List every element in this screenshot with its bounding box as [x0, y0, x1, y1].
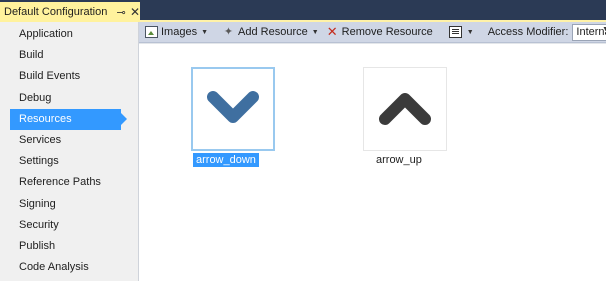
remove-resource-button[interactable]: ✕ Remove Resource — [324, 23, 435, 41]
sidebar-item-label: Reference Paths — [19, 176, 101, 189]
access-modifier-select[interactable]: Internal ▼ — [572, 23, 606, 41]
resource-name-label[interactable]: arrow_down — [193, 153, 259, 167]
image-icon — [145, 26, 158, 38]
selection-pointer-icon — [121, 112, 127, 125]
add-resource-label: Add Resource — [238, 26, 308, 38]
document-tab-title: Default Configuration — [4, 6, 108, 18]
chevron-down-icon — [207, 91, 259, 123]
sidebar-item-resources[interactable]: Resources — [10, 108, 127, 130]
sidebar-item-label: Debug — [19, 91, 52, 104]
chevron-up-icon — [379, 93, 431, 125]
add-resource-button[interactable]: ✦ Add Resource ▼ — [220, 23, 321, 41]
sidebar-item-services[interactable]: Services — [0, 130, 138, 151]
sidebar-item-label: Build Events — [19, 70, 81, 83]
resource-thumbnail[interactable] — [363, 67, 447, 151]
views-dropdown-button[interactable]: ▼ — [447, 23, 476, 41]
chevron-down-icon: ▼ — [311, 28, 319, 36]
sidebar-item-code-analysis[interactable]: Code Analysis — [0, 257, 138, 278]
sidebar-item-label: Security — [19, 218, 59, 231]
images-dropdown-button[interactable]: Images ▼ — [143, 23, 210, 41]
sidebar-item-label: Code Analysis — [19, 261, 89, 274]
chevron-down-icon: ▼ — [201, 28, 209, 36]
resources-toolbar: Images ▼ ✦ Add Resource ▼ ✕ Remove Resou… — [139, 22, 606, 43]
sidebar-item-debug[interactable]: Debug — [0, 88, 138, 109]
sidebar-item-label: Publish — [19, 239, 56, 252]
sidebar-item-label: Services — [19, 133, 62, 146]
resource-item-arrow-down[interactable]: arrow_down — [191, 67, 275, 167]
sidebar-item-build-events[interactable]: Build Events — [0, 66, 138, 87]
sidebar-item-label: Settings — [19, 155, 59, 168]
sidebar-item-build[interactable]: Build — [0, 45, 138, 66]
sidebar-item-label: Resources — [19, 112, 72, 125]
sidebar-item-application[interactable]: Application — [0, 24, 138, 45]
sidebar-item-security[interactable]: Security — [0, 215, 138, 236]
pin-icon[interactable]: ⊸ — [116, 6, 126, 19]
resource-thumbnail[interactable] — [191, 67, 275, 151]
sidebar-item-publish[interactable]: Publish — [0, 236, 138, 257]
sidebar-item-settings[interactable]: Settings — [0, 151, 138, 172]
access-modifier-label: Access Modifier: — [487, 26, 569, 38]
chevron-down-icon: ▼ — [466, 28, 474, 36]
document-tab-strip: Default Configuration ⊸ ✕ — [0, 0, 606, 22]
remove-resource-label: Remove Resource — [341, 26, 433, 38]
sidebar-item-label: Application — [19, 28, 73, 40]
sidebar-item-label: Signing — [19, 197, 56, 210]
sidebar-item-reference-paths[interactable]: Reference Paths — [0, 172, 138, 193]
sidebar-item-signing[interactable]: Signing — [0, 194, 138, 215]
sidebar-item-label: Build — [19, 49, 44, 62]
resource-name-label[interactable]: arrow_up — [373, 153, 425, 167]
chevron-down-icon: ▼ — [602, 25, 606, 33]
resource-item-arrow-up[interactable]: arrow_up — [363, 67, 447, 167]
remove-icon: ✕ — [326, 24, 338, 39]
resources-view: arrow_down arrow_up — [139, 43, 606, 281]
document-tab[interactable]: Default Configuration ⊸ ✕ — [0, 2, 140, 22]
images-label: Images — [161, 26, 198, 38]
view-list-icon — [448, 26, 462, 38]
add-resource-icon: ✦ — [223, 26, 234, 38]
project-properties-sidebar: Application Build Build Events Debug Res… — [0, 22, 139, 281]
close-icon[interactable]: ✕ — [130, 5, 140, 19]
